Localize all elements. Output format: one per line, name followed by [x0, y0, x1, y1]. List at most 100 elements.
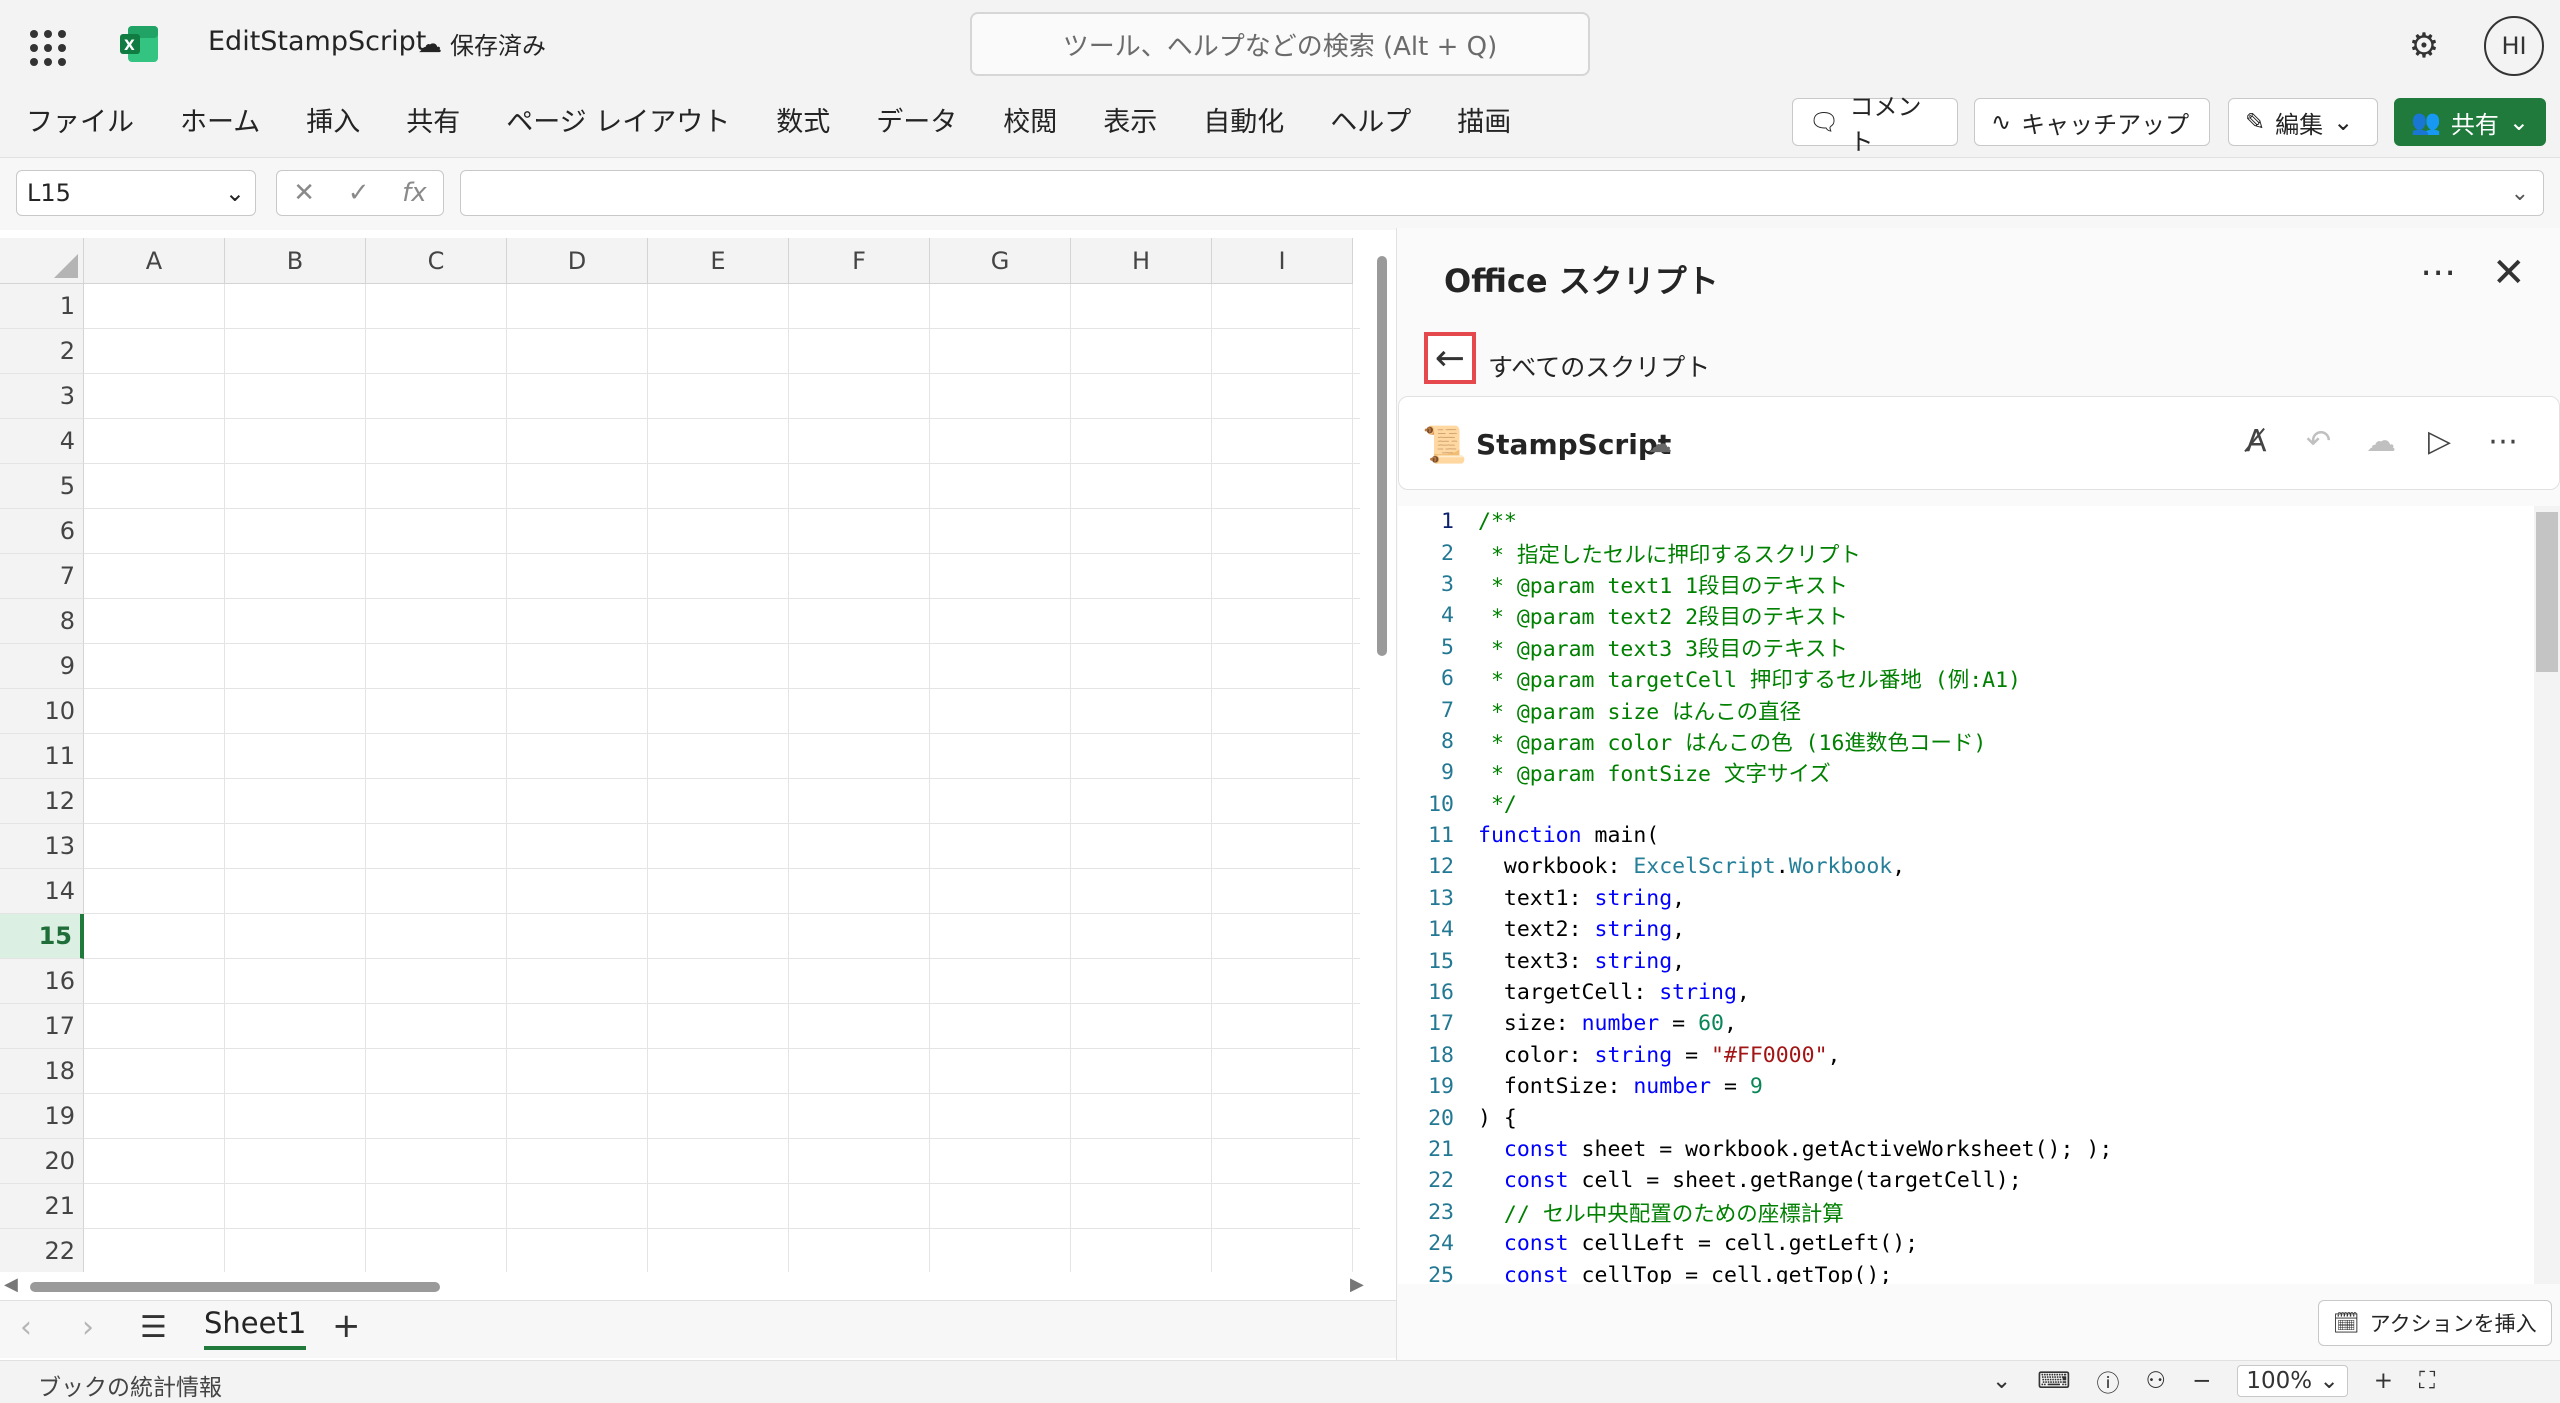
code-line[interactable]: 13 text1: string, [1398, 883, 2534, 914]
code-line[interactable]: 22 const cell = sheet.getRange(targetCel… [1398, 1165, 2534, 1196]
code-line[interactable]: 11 function main( [1398, 820, 2534, 851]
code-line[interactable]: 9 * @param fontSize 文字サイズ [1398, 757, 2534, 788]
script-more-icon[interactable]: ⋯ [2488, 424, 2518, 459]
ribbon-tab-7[interactable]: 校閲 [1003, 100, 1057, 139]
grid-row[interactable] [84, 734, 1360, 779]
column-header-D[interactable]: D [507, 238, 648, 284]
document-title[interactable]: EditStampScript [208, 26, 426, 57]
app-launcher-icon[interactable] [22, 24, 68, 66]
row-header-9[interactable]: 9 [0, 644, 84, 689]
code-line[interactable]: 15 text3: string, [1398, 945, 2534, 976]
grid-row[interactable] [84, 914, 1360, 959]
settings-gear-icon[interactable]: ⚙ [2400, 22, 2448, 70]
all-scripts-label[interactable]: すべてのスクリプト [1488, 348, 1710, 384]
code-line[interactable]: 5 * @param text3 3段目のテキスト [1398, 632, 2534, 663]
ribbon-tab-8[interactable]: 表示 [1103, 100, 1157, 139]
scroll-right-icon[interactable]: ▶ [1350, 1274, 1364, 1295]
ribbon-tab-2[interactable]: 挿入 [306, 100, 360, 139]
workbook-statistics[interactable]: ブックの統計情報 [38, 1368, 222, 1402]
code-line[interactable]: 3 * @param text1 1段目のテキスト [1398, 569, 2534, 600]
code-line[interactable]: 8 * @param color はんこの色 (16進数色コード) [1398, 726, 2534, 757]
prev-sheet-icon[interactable]: ‹ [20, 1310, 32, 1345]
grid-row[interactable] [84, 1139, 1360, 1184]
code-line[interactable]: 18 color: string = "#FF0000", [1398, 1040, 2534, 1071]
formula-input[interactable]: ⌄ [460, 170, 2544, 216]
insert-function-icon[interactable]: fx [402, 178, 427, 208]
row-header-6[interactable]: 6 [0, 509, 84, 554]
all-sheets-menu-icon[interactable]: ☰ [140, 1310, 167, 1345]
confirm-icon[interactable]: ✓ [348, 178, 370, 208]
next-sheet-icon[interactable]: › [82, 1310, 94, 1345]
grid-row[interactable] [84, 329, 1360, 374]
row-header-21[interactable]: 21 [0, 1184, 84, 1229]
cancel-icon[interactable]: ✕ [293, 178, 315, 208]
avatar[interactable]: HI [2484, 16, 2544, 76]
grid-row[interactable] [84, 1049, 1360, 1094]
grid-row[interactable] [84, 644, 1360, 689]
feedback-icon[interactable]: ⚇ [2145, 1368, 2166, 1394]
grid-row[interactable] [84, 1184, 1360, 1229]
row-header-4[interactable]: 4 [0, 419, 84, 464]
code-line[interactable]: 12 workbook: ExcelScript. Workbook, [1398, 851, 2534, 882]
run-play-icon[interactable]: ▷ [2428, 424, 2451, 459]
row-header-8[interactable]: 8 [0, 599, 84, 644]
zoom-level[interactable]: 100% ⌄ [2237, 1365, 2348, 1397]
row-header-14[interactable]: 14 [0, 869, 84, 914]
column-header-E[interactable]: E [648, 238, 789, 284]
zoom-in-icon[interactable]: + [2374, 1368, 2393, 1394]
code-line[interactable]: 25 const cellTop = cell.getTop(); [1398, 1259, 2534, 1284]
grid-row[interactable] [84, 1094, 1360, 1139]
name-box[interactable]: L15 ⌄ [16, 170, 256, 216]
ribbon-tab-5[interactable]: 数式 [776, 100, 830, 139]
ribbon-tab-9[interactable]: 自動化 [1203, 100, 1284, 139]
column-header-F[interactable]: F [789, 238, 930, 284]
column-header-C[interactable]: C [366, 238, 507, 284]
row-header-15[interactable]: 15 [0, 914, 84, 959]
back-arrow-button[interactable]: ← [1424, 332, 1476, 384]
insert-action-button[interactable]: 🗓 アクションを挿入 [2318, 1300, 2552, 1346]
code-line[interactable]: 16 targetCell: string, [1398, 977, 2534, 1008]
row-header-5[interactable]: 5 [0, 464, 84, 509]
grid-row[interactable] [84, 689, 1360, 734]
grid-horizontal-scroll-thumb[interactable] [30, 1282, 440, 1292]
more-options-icon[interactable]: ⋯ [2420, 252, 2456, 293]
ribbon-tab-0[interactable]: ファイル [26, 100, 134, 139]
code-line[interactable]: 4 * @param text2 2段目のテキスト [1398, 600, 2534, 631]
ribbon-tab-1[interactable]: ホーム [180, 100, 260, 139]
grid-row[interactable] [84, 1004, 1360, 1049]
add-sheet-button[interactable]: + [332, 1306, 361, 1346]
code-editor[interactable]: 1/** 2 * 指定したセルに押印するスクリプト 3 * @param text1… [1398, 506, 2534, 1284]
ribbon-tab-6[interactable]: データ [876, 100, 957, 139]
chevron-down-icon[interactable]: ⌄ [1992, 1368, 2011, 1394]
close-icon[interactable]: ✕ [2492, 250, 2526, 296]
code-line[interactable]: 24 const cellLeft = cell.getLeft(); [1398, 1228, 2534, 1259]
code-line[interactable]: 1 /** [1398, 506, 2534, 537]
row-header-7[interactable]: 7 [0, 554, 84, 599]
code-line[interactable]: 19 fontSize: number = 9 [1398, 1071, 2534, 1102]
grid-row[interactable] [84, 599, 1360, 644]
row-header-12[interactable]: 12 [0, 779, 84, 824]
code-vertical-scroll-thumb[interactable] [2536, 512, 2558, 672]
code-line[interactable]: 21 const sheet = workbook.getActiveWorks… [1398, 1134, 2534, 1165]
search-input[interactable]: ツール、ヘルプなどの検索 (Alt + Q) [970, 12, 1590, 76]
code-line[interactable]: 23 // セル中央配置のための座標計算 [1398, 1197, 2534, 1228]
grid-row[interactable] [84, 419, 1360, 464]
grid-row[interactable] [84, 779, 1360, 824]
grid-row[interactable] [84, 464, 1360, 509]
keyboard-icon[interactable]: ⌨ [2037, 1368, 2070, 1394]
code-line[interactable]: 17 size: number = 60, [1398, 1008, 2534, 1039]
grid-row[interactable] [84, 554, 1360, 599]
row-header-22[interactable]: 22 [0, 1229, 84, 1272]
grid-row[interactable] [84, 869, 1360, 914]
grid-row[interactable] [84, 509, 1360, 554]
save-cloud-icon[interactable]: ☁ [2366, 424, 2396, 459]
row-header-18[interactable]: 18 [0, 1049, 84, 1094]
help-icon[interactable]: ⓘ [2096, 1364, 2119, 1398]
fullscreen-icon[interactable]: ⛶ [2419, 1368, 2435, 1394]
catchup-button[interactable]: ∿ キャッチアップ [1974, 98, 2210, 146]
column-header-H[interactable]: H [1071, 238, 1212, 284]
grid-row[interactable] [84, 374, 1360, 419]
script-name[interactable]: StampScript [1476, 428, 1671, 461]
code-line[interactable]: 10 */ [1398, 789, 2534, 820]
grid-row[interactable] [84, 824, 1360, 869]
